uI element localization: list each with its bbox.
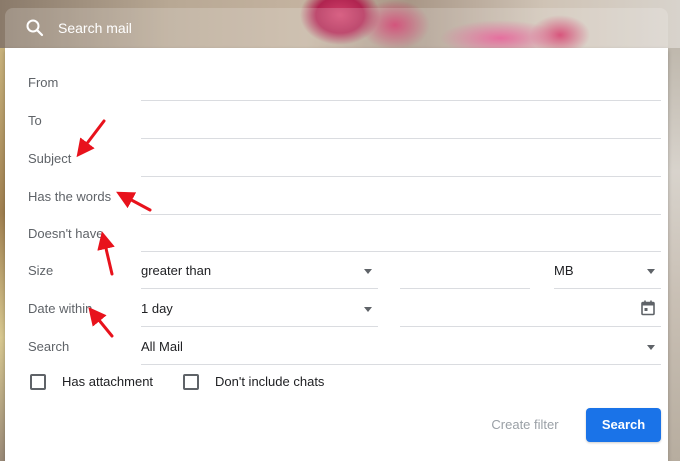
background-edge-right xyxy=(668,48,680,461)
size-value-field[interactable] xyxy=(400,252,534,289)
from-label: From xyxy=(28,75,59,90)
subject-field[interactable] xyxy=(141,140,665,177)
search-in-row: Search All Mail xyxy=(5,328,668,366)
from-row: From xyxy=(5,64,668,102)
subject-row: Subject xyxy=(5,140,668,178)
search-in-select[interactable]: All Mail xyxy=(141,328,661,365)
no-chats-label[interactable]: Don't include chats xyxy=(215,373,324,391)
doesnt-have-row: Doesn't have xyxy=(5,215,668,253)
doesnt-have-input[interactable] xyxy=(141,221,665,247)
size-unit-select[interactable]: MB xyxy=(554,252,661,289)
size-unit-value: MB xyxy=(554,263,574,278)
size-row: Size greater than MB xyxy=(5,252,668,290)
size-label: Size xyxy=(28,263,54,278)
create-filter-button[interactable]: Create filter xyxy=(473,408,577,442)
doesnt-have-field[interactable] xyxy=(141,215,665,252)
date-field[interactable] xyxy=(400,290,661,327)
date-range-value: 1 day xyxy=(141,301,173,316)
search-bar[interactable]: Search mail xyxy=(5,8,668,48)
from-field[interactable] xyxy=(141,64,665,101)
chevron-down-icon xyxy=(647,345,655,350)
has-attachment-label[interactable]: Has attachment xyxy=(62,373,153,391)
from-input[interactable] xyxy=(141,70,665,96)
doesnt-have-label: Doesn't have xyxy=(28,226,104,241)
chevron-down-icon xyxy=(364,307,372,312)
calendar-icon[interactable] xyxy=(641,300,655,316)
size-comparator-select[interactable]: greater than xyxy=(141,252,378,289)
to-field[interactable] xyxy=(141,102,665,139)
search-icon[interactable] xyxy=(25,18,45,38)
has-words-field[interactable] xyxy=(141,178,665,215)
to-row: To xyxy=(5,102,668,140)
chevron-down-icon xyxy=(364,269,372,274)
advanced-search-panel: From To Subject Has the words Doesn't ha… xyxy=(5,48,668,461)
search-input[interactable]: Search mail xyxy=(58,19,132,37)
search-in-value: All Mail xyxy=(141,339,183,354)
has-attachment-checkbox[interactable] xyxy=(30,374,46,390)
no-chats-checkbox[interactable] xyxy=(183,374,199,390)
has-words-row: Has the words xyxy=(5,178,668,216)
subject-input[interactable] xyxy=(141,146,665,172)
size-comparator-value: greater than xyxy=(141,263,212,278)
chevron-down-icon xyxy=(647,269,655,274)
date-input[interactable] xyxy=(400,296,634,322)
size-input[interactable] xyxy=(400,258,534,284)
subject-label: Subject xyxy=(28,151,72,166)
search-in-label: Search xyxy=(28,339,70,354)
has-words-input[interactable] xyxy=(141,184,665,210)
has-words-label: Has the words xyxy=(28,189,112,204)
search-button[interactable]: Search xyxy=(586,408,661,442)
date-range-select[interactable]: 1 day xyxy=(141,290,378,327)
date-within-row: Date within 1 day xyxy=(5,290,668,328)
to-label: To xyxy=(28,113,42,128)
date-within-label: Date within xyxy=(28,301,93,316)
to-input[interactable] xyxy=(141,108,665,134)
